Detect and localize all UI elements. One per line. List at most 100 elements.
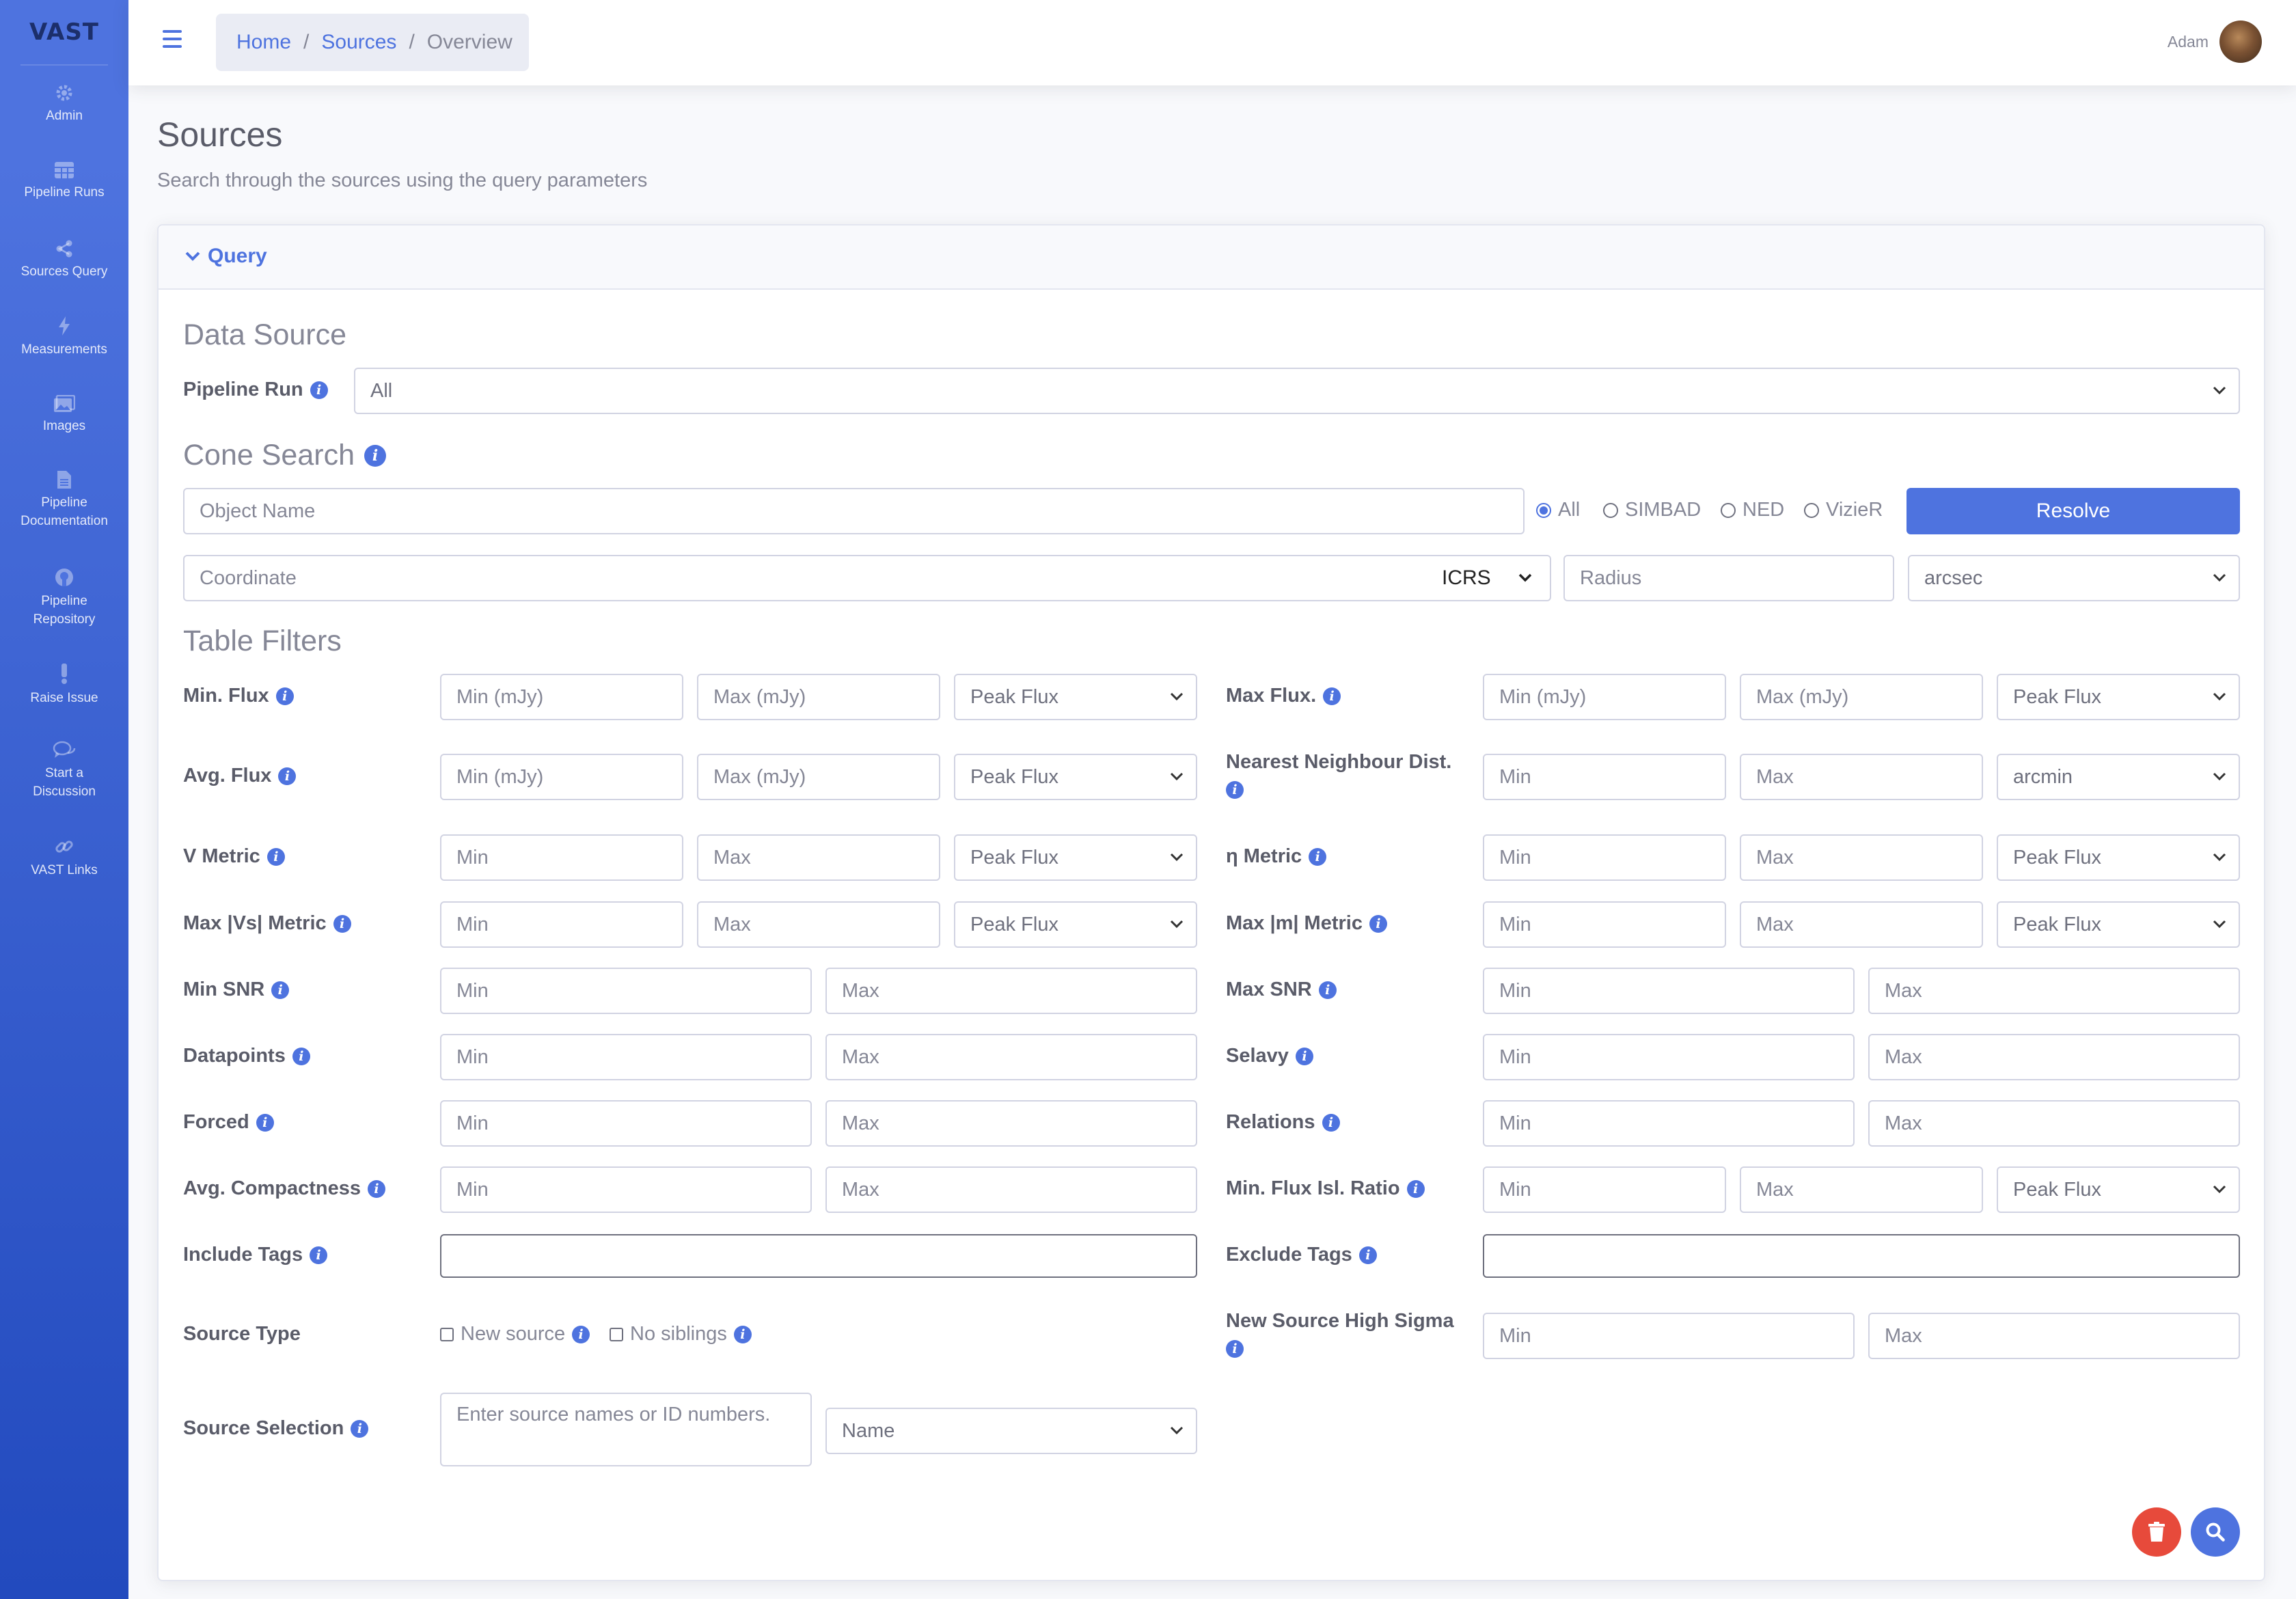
relations-max-input[interactable] [1868,1100,2240,1147]
info-icon[interactable]: i [266,847,285,866]
info-icon[interactable]: i [1295,1047,1313,1065]
v-metric-select[interactable]: Peak Flux [954,834,1197,881]
max-flux-min-input[interactable] [1483,674,1726,720]
min-flux-max-input[interactable] [697,674,940,720]
avg-flux-max-input[interactable] [697,754,940,800]
nn-dist-min-input[interactable] [1483,754,1726,800]
radio-all[interactable]: All [1536,499,1580,521]
brand-logo[interactable]: VAST [20,0,108,66]
sidebar-item-admin[interactable]: Admin [0,83,128,125]
avatar[interactable] [2219,20,2262,63]
sidebar-item-raise-issue[interactable]: Raise Issue [0,663,128,707]
breadcrumb-home[interactable]: Home [236,31,291,54]
info-icon[interactable]: i [1318,981,1337,999]
max-m-metric-max-input[interactable] [1740,901,1983,948]
radio-button[interactable] [1536,502,1551,518]
info-icon[interactable]: i [1323,687,1341,705]
max-vs-metric-max-input[interactable] [697,901,940,948]
info-icon[interactable]: i [1369,914,1387,933]
breadcrumb-sources[interactable]: Sources [321,31,396,54]
max-vs-metric-min-input[interactable] [440,901,683,948]
clear-button[interactable] [2132,1507,2181,1557]
avg-flux-select[interactable]: Peak Flux [954,754,1197,800]
coordinate-input[interactable] [183,555,1424,601]
min-flux-isl-ratio-min-input[interactable] [1483,1166,1726,1213]
info-icon[interactable]: i [572,1325,590,1343]
datapoints-min-input[interactable] [440,1034,812,1080]
sidebar-item-vast-links[interactable]: VAST Links [0,836,128,879]
include-tags-input[interactable] [440,1234,1197,1278]
coordinate-frame-select[interactable]: ICRS [1423,555,1551,601]
info-icon[interactable]: i [292,1047,310,1065]
info-icon[interactable]: i [1358,1246,1377,1264]
selavy-max-input[interactable] [1868,1034,2240,1080]
info-icon[interactable]: i [278,767,297,785]
new-source-high-sigma-min-input[interactable] [1483,1313,1855,1359]
info-icon[interactable]: i [1226,1340,1244,1358]
resolve-button[interactable]: Resolve [1906,488,2240,534]
relations-min-input[interactable] [1483,1100,1855,1147]
info-icon[interactable]: i [1226,781,1244,800]
hamburger-menu-icon[interactable] [163,30,182,48]
info-icon[interactable]: i [310,381,328,399]
eta-metric-select[interactable]: Peak Flux [1997,834,2240,881]
info-icon[interactable]: i [368,1179,385,1198]
object-name-input[interactable] [183,488,1525,534]
no-siblings-checkbox[interactable]: No siblings i [610,1323,752,1345]
min-flux-isl-ratio-max-input[interactable] [1740,1166,1983,1213]
datapoints-max-input[interactable] [825,1034,1197,1080]
exclude-tags-input[interactable] [1483,1234,2240,1278]
new-source-high-sigma-max-input[interactable] [1868,1313,2240,1359]
max-snr-min-input[interactable] [1483,968,1855,1014]
sidebar-item-start-discussion[interactable]: Start a Discussion [0,741,128,801]
eta-metric-min-input[interactable] [1483,834,1726,881]
avg-compactness-min-input[interactable] [440,1166,812,1213]
min-flux-min-input[interactable] [440,674,683,720]
info-icon[interactable]: i [333,914,351,933]
source-selection-textarea[interactable] [440,1393,812,1466]
radio-simbad[interactable]: SIMBAD [1603,499,1701,521]
user-menu[interactable]: Adam [2168,20,2262,63]
forced-max-input[interactable] [825,1100,1197,1147]
info-icon[interactable]: i [364,444,386,467]
query-card-header[interactable]: Query [159,226,2264,290]
selavy-min-input[interactable] [1483,1034,1855,1080]
radio-button[interactable] [1603,502,1618,518]
info-icon[interactable]: i [275,687,294,705]
v-metric-max-input[interactable] [697,834,940,881]
info-icon[interactable]: i [256,1113,274,1132]
max-snr-max-input[interactable] [1868,968,2240,1014]
info-icon[interactable]: i [733,1325,752,1343]
max-m-metric-min-input[interactable] [1483,901,1726,948]
sidebar-item-sources-query[interactable]: Sources Query [0,239,128,281]
avg-flux-min-input[interactable] [440,754,683,800]
info-icon[interactable]: i [1309,847,1327,866]
sidebar-item-measurements[interactable]: Measurements [0,316,128,359]
max-flux-select[interactable]: Peak Flux [1997,674,2240,720]
radio-button[interactable] [1804,502,1819,518]
nn-dist-max-input[interactable] [1740,754,1983,800]
query-toggle[interactable]: Query [184,245,267,268]
min-flux-isl-ratio-select[interactable]: Peak Flux [1997,1166,2240,1213]
max-vs-metric-select[interactable]: Peak Flux [954,901,1197,948]
search-button[interactable] [2191,1507,2240,1557]
avg-compactness-max-input[interactable] [825,1166,1197,1213]
info-icon[interactable]: i [310,1246,328,1264]
radius-input[interactable] [1563,555,1894,601]
max-flux-max-input[interactable] [1740,674,1983,720]
radio-button[interactable] [1721,502,1736,518]
nn-dist-select[interactable]: arcmin [1997,754,2240,800]
radio-vizier[interactable]: VizieR [1804,499,1883,521]
v-metric-min-input[interactable] [440,834,683,881]
min-flux-select[interactable]: Peak Flux [954,674,1197,720]
radius-unit-select[interactable]: arcsec [1908,555,2240,601]
checkbox[interactable] [440,1327,454,1341]
new-source-checkbox[interactable]: New source i [440,1323,590,1345]
info-icon[interactable]: i [271,981,290,999]
max-m-metric-select[interactable]: Peak Flux [1997,901,2240,948]
eta-metric-max-input[interactable] [1740,834,1983,881]
radio-ned[interactable]: NED [1721,499,1784,521]
sidebar-item-images[interactable]: Images [0,395,128,435]
info-icon[interactable]: i [351,1419,369,1438]
min-snr-max-input[interactable] [825,968,1197,1014]
